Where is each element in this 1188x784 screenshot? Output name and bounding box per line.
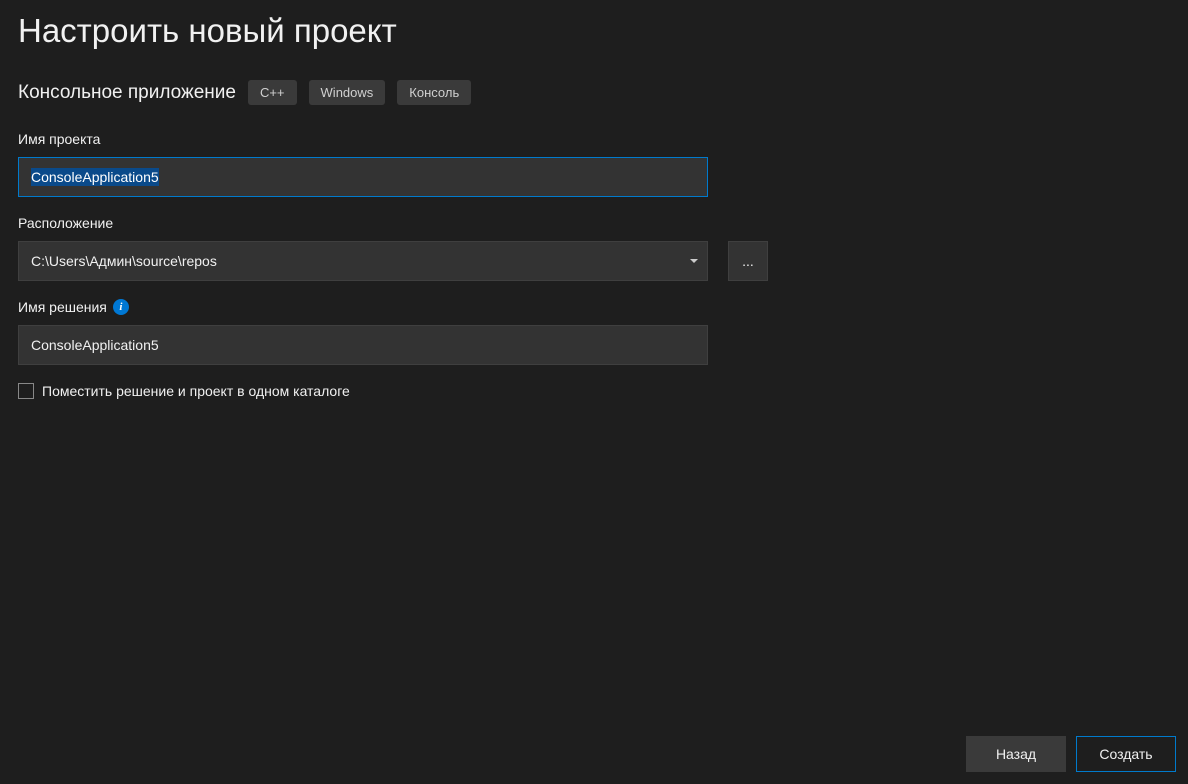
tag-console: Консоль <box>397 80 471 105</box>
project-type-subtitle: Консольное приложение <box>18 82 236 104</box>
create-button[interactable]: Создать <box>1076 736 1176 772</box>
solution-name-value: ConsoleApplication5 <box>31 337 159 353</box>
same-directory-label[interactable]: Поместить решение и проект в одном катал… <box>42 383 350 399</box>
same-directory-checkbox[interactable] <box>18 383 34 399</box>
browse-button[interactable]: ... <box>728 241 768 281</box>
page-title: Настроить новый проект <box>0 0 1188 50</box>
chevron-down-icon[interactable] <box>690 259 698 263</box>
subtitle-row: Консольное приложение C++ Windows Консол… <box>0 50 1188 113</box>
tag-windows: Windows <box>309 80 386 105</box>
location-section: Расположение C:\Users\Админ\source\repos… <box>0 197 1188 281</box>
project-name-value: ConsoleApplication5 <box>31 168 159 186</box>
project-name-label: Имя проекта <box>18 131 1170 147</box>
project-name-input[interactable]: ConsoleApplication5 <box>18 157 708 197</box>
solution-name-section: Имя решения i ConsoleApplication5 <box>0 281 1188 365</box>
same-directory-row: Поместить решение и проект в одном катал… <box>0 365 1188 399</box>
project-name-section: Имя проекта ConsoleApplication5 <box>0 113 1188 197</box>
location-value: C:\Users\Админ\source\repos <box>31 253 217 269</box>
solution-name-input[interactable]: ConsoleApplication5 <box>18 325 708 365</box>
footer-buttons: Назад Создать <box>966 736 1176 772</box>
back-button[interactable]: Назад <box>966 736 1066 772</box>
location-label: Расположение <box>18 215 1170 231</box>
solution-name-label: Имя решения <box>18 299 107 315</box>
info-icon[interactable]: i <box>113 299 129 315</box>
location-input[interactable]: C:\Users\Админ\source\repos <box>18 241 708 281</box>
tag-cpp: C++ <box>248 80 297 105</box>
